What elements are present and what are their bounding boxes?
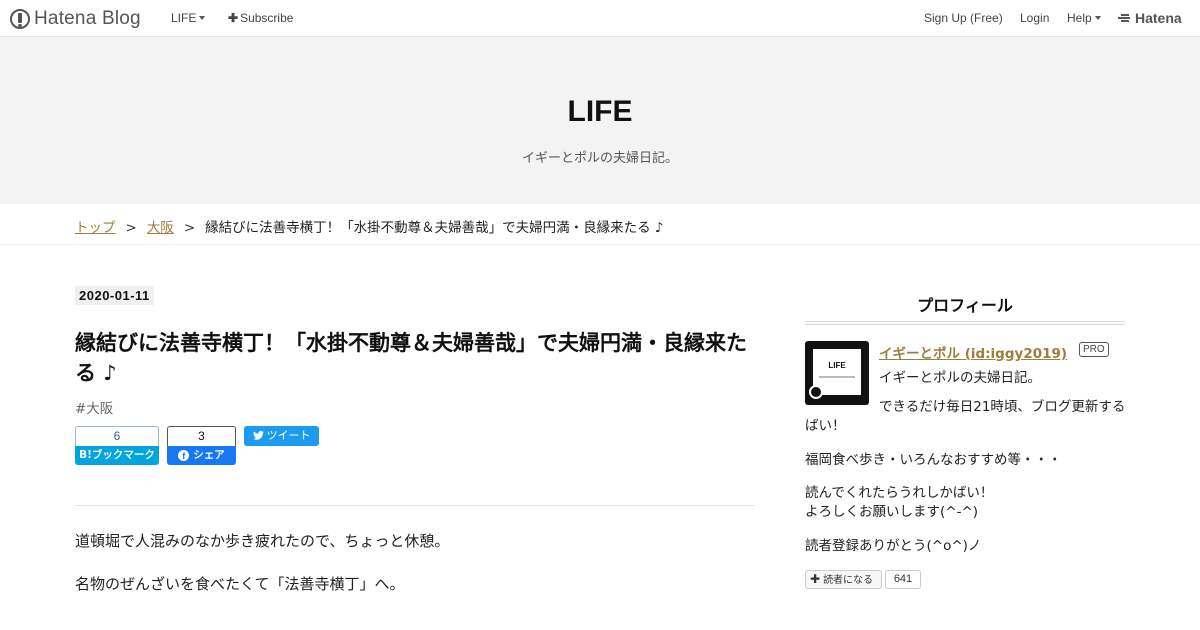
help-label: Help (1067, 11, 1092, 25)
avatar[interactable]: LIFE (805, 341, 869, 405)
subscribe-button[interactable]: ✚ Subscribe (228, 11, 293, 25)
reader-count: 641 (885, 570, 921, 589)
breadcrumb-separator: > (183, 220, 196, 236)
subscribe-reader-button[interactable]: ✚ 読者になる (805, 570, 882, 589)
hatena-logo-icon (1118, 13, 1132, 23)
profile-bio-line: 読者登録ありがとう(^o^)ノ (805, 538, 982, 554)
caret-down-icon (1094, 16, 1101, 20)
blog-description: イギーとポルの夫婦日記。 (521, 151, 678, 166)
profile-bio-line: 福岡食べ歩き・いろんなおすすめ等・・・ (805, 452, 1062, 468)
plus-icon: ✚ (810, 572, 821, 586)
tweet-button[interactable]: ツイート (244, 426, 319, 446)
profile-bio-line: 読んでくれたらうれしかばい！ よろしくお願いします(^-^) (805, 485, 994, 520)
profile-heading-rule (805, 321, 1125, 325)
breadcrumb-bar: トップ > 大阪 > 縁結びに法善寺横丁！「水掛不動尊＆夫婦善哉」で夫婦円満・良縁来たる… (0, 204, 1200, 245)
signup-link[interactable]: Sign Up (Free) (924, 11, 1003, 25)
avatar-text: LIFE (828, 361, 846, 370)
login-link[interactable]: Login (1020, 11, 1049, 25)
hatena-logo[interactable]: Hatena (1118, 10, 1182, 26)
profile-heading: プロフィール (917, 296, 1013, 315)
hatena-bookmark-button[interactable]: 6 B!ブックマーク (75, 426, 159, 465)
breadcrumb-separator: > (125, 220, 137, 236)
hatena-logo-text: Hatena (1135, 10, 1182, 26)
plus-icon: ✚ (228, 11, 239, 25)
blog-menu-label: LIFE (171, 11, 197, 25)
entry-category-link[interactable]: #大阪 (75, 397, 113, 417)
blog-title[interactable]: LIFE (0, 95, 1200, 129)
tweet-label: ツイート (266, 429, 311, 442)
facebook-share-label: シェア (193, 449, 225, 461)
twitter-bird-icon (252, 431, 264, 440)
entry-date[interactable]: 2020-01-11 (75, 286, 154, 305)
pro-badge[interactable]: PRO (1079, 342, 1109, 357)
entry-paragraph: 道頓堀で人混みのなか歩き疲れたので、ちょっと休憩。 (75, 532, 450, 550)
breadcrumb: トップ > 大阪 > 縁結びに法善寺横丁！「水掛不動尊＆夫婦善哉」で夫婦円満・良縁来たる… (75, 216, 664, 236)
hatena-blog-logo[interactable]: Hatena Blog (10, 8, 141, 29)
hatena-blog-logo-icon (10, 8, 30, 29)
reader-button-label: 読者になる (823, 575, 874, 586)
hatena-bookmark-label: B!ブックマーク (75, 446, 159, 465)
breadcrumb-category-link[interactable]: 大阪 (147, 220, 174, 236)
entry-paragraph: 名物のぜんざいを食べたくて「法善寺横丁」へ。 (75, 575, 405, 593)
logo-text: Hatena Blog (34, 7, 141, 29)
caret-down-icon (199, 16, 206, 20)
avatar-badge-icon (809, 385, 823, 399)
entry-divider (75, 505, 755, 506)
facebook-share-label-wrap: f シェア (167, 446, 236, 465)
breadcrumb-current: 縁結びに法善寺横丁！「水掛不動尊＆夫婦善哉」で夫婦円満・良縁来たる ♪ (205, 220, 664, 236)
hatena-bookmark-count: 6 (75, 426, 159, 446)
global-header: Hatena Blog LIFE ✚ Subscribe Sign Up (Fre… (0, 0, 1200, 37)
facebook-share-button[interactable]: 3 f シェア (167, 426, 236, 465)
profile-name-link[interactable]: イギーとポル (id:iggy2019) (879, 342, 1067, 362)
subscribe-label: Subscribe (240, 11, 294, 25)
breadcrumb-top-link[interactable]: トップ (75, 220, 116, 236)
facebook-share-count: 3 (167, 426, 236, 446)
facebook-icon: f (178, 450, 190, 461)
help-dropdown[interactable]: Help (1067, 11, 1101, 25)
profile-subtitle: イギーとポルの夫婦日記。 (879, 370, 1041, 386)
blog-menu-dropdown[interactable]: LIFE (171, 11, 206, 25)
profile-bio-line: できるだけ毎日21時頃、ブログ更新するばい！ (805, 399, 1126, 434)
entry-title[interactable]: 縁結びに法善寺横丁！「水掛不動尊＆夫婦善哉」で夫婦円満・良縁来たる ♪ (75, 328, 755, 388)
blog-header: LIFE イギーとポルの夫婦日記。 (0, 37, 1200, 204)
